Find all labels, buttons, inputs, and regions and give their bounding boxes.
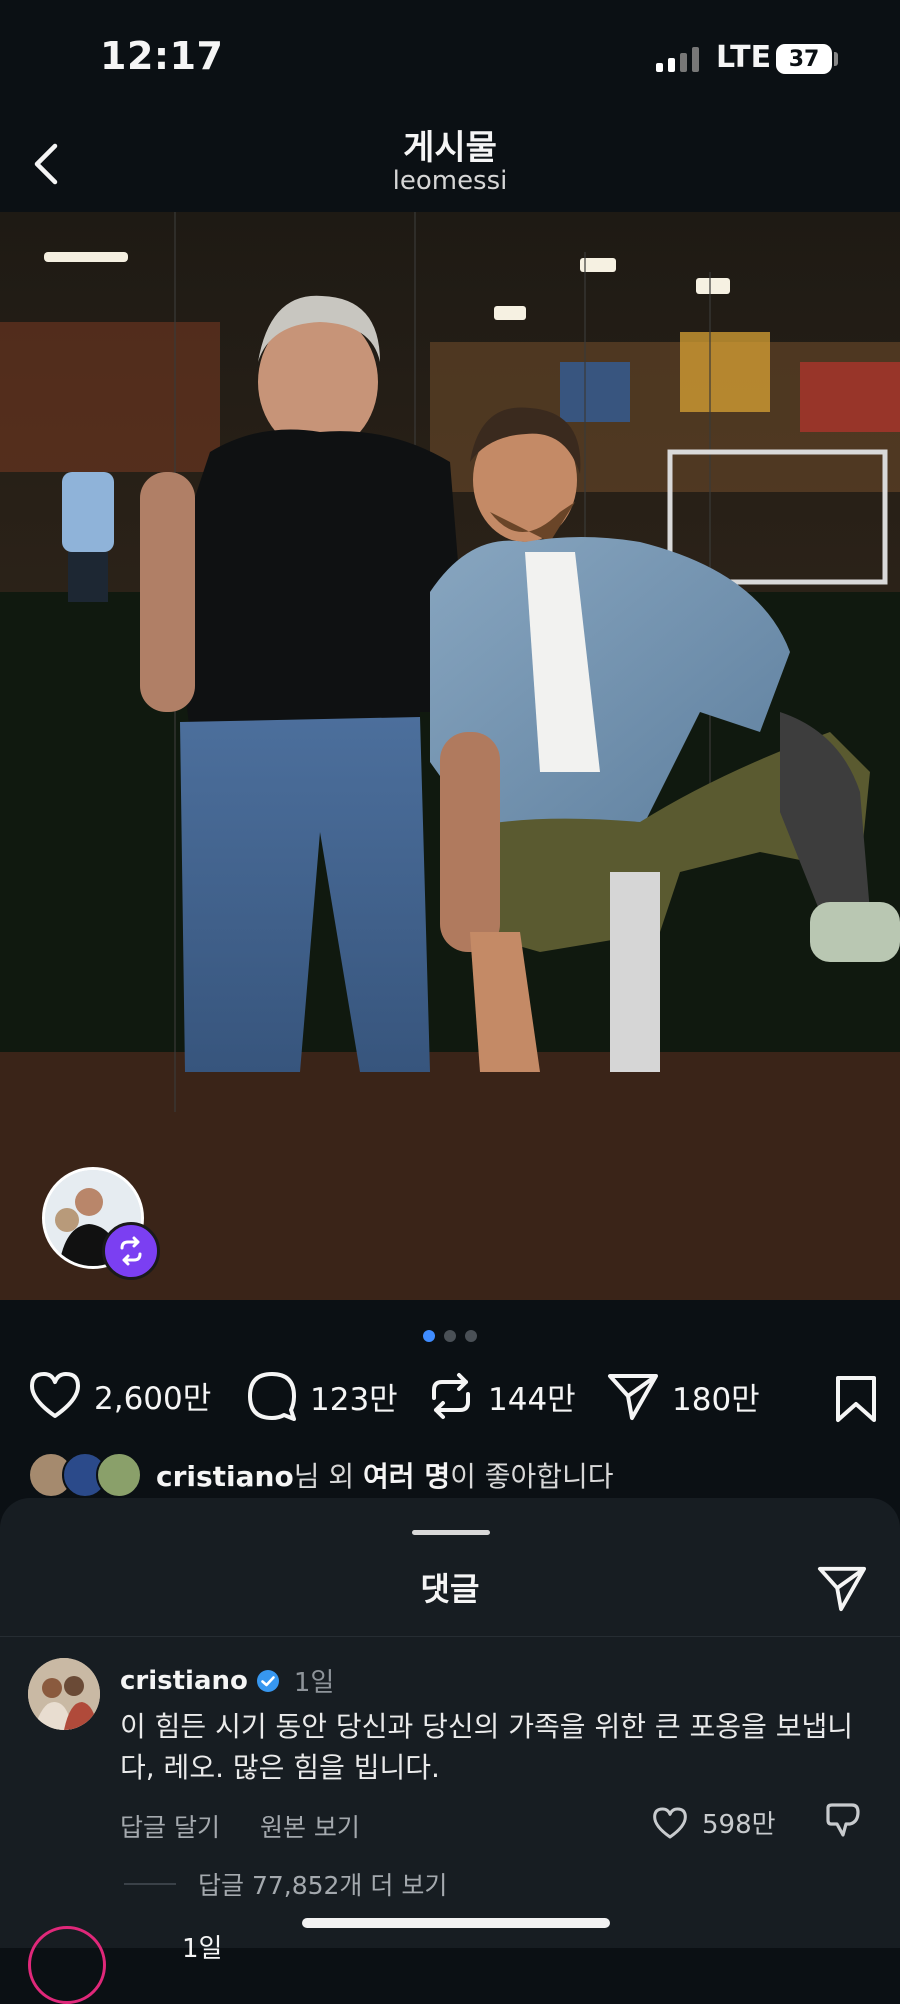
post-actions: 2,600만 123만 144만 180만 <box>28 1370 878 1430</box>
liked-by-row[interactable]: cristiano님 외 여러 명이 좋아합니다 <box>28 1452 614 1498</box>
status-bar: 12:17 LTE 37 <box>0 0 900 120</box>
home-indicator[interactable] <box>302 1918 610 1928</box>
liked-by-mid2: 이 좋아합니다 <box>450 1460 614 1493</box>
share-button[interactable]: 180만 <box>606 1370 760 1422</box>
comment-like-button[interactable]: 598만 <box>652 1804 776 1841</box>
sheet-drag-handle[interactable] <box>412 1530 490 1535</box>
carousel-dot-3 <box>465 1330 477 1342</box>
comment-time: 1일 <box>293 1668 335 1698</box>
status-time: 12:17 <box>100 34 224 78</box>
dislike-icon <box>826 1803 860 1837</box>
heart-icon <box>653 1807 687 1838</box>
reply-thread-line <box>124 1883 176 1885</box>
signal-icon <box>656 46 699 72</box>
comment-bubble-icon <box>248 1372 296 1421</box>
network-label: LTE <box>716 40 772 75</box>
save-button[interactable] <box>834 1374 878 1428</box>
repost-count: 144만 <box>488 1381 576 1418</box>
battery-icon: 37 <box>776 44 832 74</box>
remix-icon <box>102 1222 160 1280</box>
sheet-share-button[interactable] <box>814 1560 870 1616</box>
post-image <box>0 212 900 1300</box>
repost-icon <box>432 1373 470 1419</box>
divider <box>0 1636 900 1637</box>
comments-sheet: 댓글 cristiano 1일 이 힘든 시기 동안 당신과 당신의 가족을 위… <box>0 1498 900 2004</box>
heart-icon <box>30 1372 80 1418</box>
page-subtitle-username[interactable]: leomessi <box>0 166 900 196</box>
comment-dislike-button[interactable] <box>826 1802 860 1842</box>
view-more-replies-label: 답글 77,852개 더 보기 <box>198 1871 448 1900</box>
comment-actions: 답글 달기 원본 보기 <box>120 1808 360 1844</box>
liked-by-user[interactable]: cristiano <box>156 1460 294 1493</box>
share-count: 180만 <box>672 1381 760 1418</box>
repost-button[interactable]: 144만 <box>426 1370 576 1422</box>
liked-by-text: cristiano님 외 여러 명이 좋아합니다 <box>156 1455 614 1495</box>
comment-username[interactable]: cristiano <box>120 1666 248 1696</box>
liked-by-others[interactable]: 여러 명 <box>363 1460 450 1493</box>
comment-button[interactable]: 123만 <box>246 1370 398 1422</box>
comment-text: 이 힘든 시기 동안 당신과 당신의 가족을 위한 큰 포옹을 보냅니다, 레오… <box>120 1710 854 1784</box>
comment-like-count: 598만 <box>702 1810 776 1840</box>
reply-button[interactable]: 답글 달기 <box>120 1808 220 1844</box>
like-count: 2,600만 <box>94 1380 212 1417</box>
send-icon <box>817 1566 867 1612</box>
comments-title: 댓글 <box>420 1570 480 1608</box>
send-icon <box>608 1374 658 1420</box>
like-button[interactable]: 2,600만 <box>28 1370 211 1420</box>
next-comment-avatar[interactable] <box>28 1926 106 2004</box>
liker-avatar-3 <box>96 1452 142 1498</box>
avatar[interactable] <box>28 1658 100 1730</box>
carousel-dot-2 <box>444 1330 456 1342</box>
carousel-indicator <box>0 1330 900 1342</box>
post-photo[interactable] <box>0 212 900 1300</box>
comment-header: cristiano 1일 <box>120 1662 334 1699</box>
view-more-replies[interactable]: 답글 77,852개 더 보기 <box>124 1866 447 1902</box>
next-comment-time: 1일 <box>182 1934 223 1964</box>
liked-by-mid1: 님 외 <box>293 1460 364 1493</box>
comment-count: 123만 <box>310 1381 398 1418</box>
carousel-dot-1 <box>423 1330 435 1342</box>
post-header: 게시물 leomessi <box>0 120 900 213</box>
see-original-button[interactable]: 원본 보기 <box>260 1808 360 1844</box>
bookmark-icon <box>836 1376 876 1422</box>
verified-badge-icon <box>256 1669 279 1692</box>
battery-tip <box>834 52 838 66</box>
page-title: 게시물 <box>403 128 497 168</box>
